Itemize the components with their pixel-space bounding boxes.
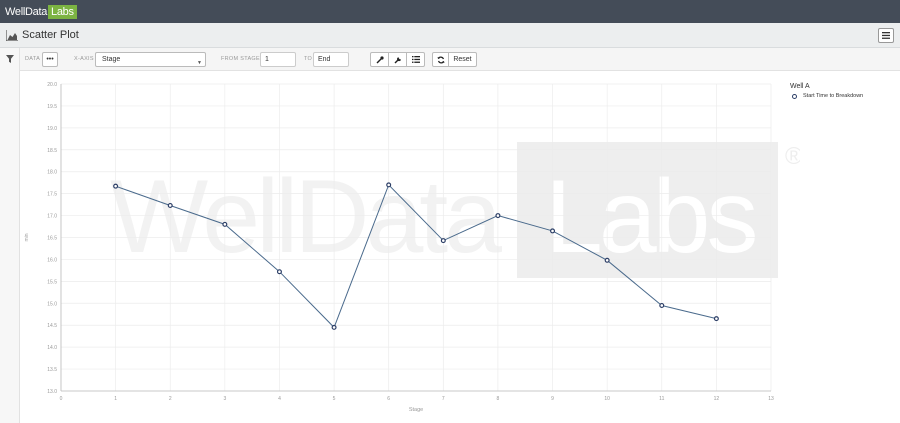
x-tick-label: 12 — [714, 396, 720, 402]
data-point[interactable] — [495, 213, 501, 219]
y-tick-label: 16.5 — [47, 236, 57, 242]
y-tick-label: 16.0 — [47, 257, 57, 263]
eyedropper-icon — [376, 55, 384, 63]
legend-title: Well A — [790, 83, 810, 90]
y-tick-label: 18.5 — [47, 148, 57, 154]
y-tick-label: 13.0 — [47, 389, 57, 395]
data-point[interactable] — [167, 202, 173, 208]
y-tick-label: 19.5 — [47, 104, 57, 110]
brand-logo[interactable]: WellData Labs — [5, 4, 77, 19]
watermark: WellData Labs® — [110, 142, 800, 278]
page-title: Scatter Plot — [22, 29, 79, 41]
x-tick-label: 2 — [169, 396, 172, 402]
list-view-button[interactable] — [406, 52, 425, 67]
x-axis-select[interactable]: Stage ▼ — [95, 52, 206, 67]
data-point[interactable] — [222, 221, 228, 227]
x-tick-label: 3 — [223, 396, 226, 402]
y-tick-label: 17.5 — [47, 192, 57, 198]
watermark-registered-mark: ® — [785, 143, 800, 170]
y-tick-label: 18.0 — [47, 170, 57, 176]
data-label: DATA — [25, 56, 41, 62]
y-tick-label: 19.0 — [47, 126, 57, 132]
y-tick-label: 15.5 — [47, 279, 57, 285]
wrench-icon — [394, 56, 401, 63]
hamburger-icon — [882, 32, 890, 39]
x-tick-label: 13 — [768, 396, 774, 402]
top-bar: WellData Labs — [0, 0, 900, 23]
y-tick-label: 17.0 — [47, 214, 57, 220]
brand-labs-badge: Labs — [48, 4, 77, 19]
y-tick-label: 13.5 — [47, 367, 57, 373]
filter-icon[interactable] — [6, 55, 14, 63]
data-point[interactable] — [604, 257, 610, 263]
x-tick-label: 4 — [278, 396, 281, 402]
x-tick-label: 6 — [387, 396, 390, 402]
scatter-plot-chart: WellData Labs® 13.013.514.014.515.015.516… — [24, 82, 800, 413]
menu-button[interactable] — [878, 28, 894, 43]
x-tick-label: 0 — [60, 396, 63, 402]
legend-item[interactable]: Start Time to Breakdown — [792, 93, 863, 99]
color-picker-button[interactable] — [370, 52, 389, 67]
filter-column — [0, 48, 20, 423]
legend-marker — [792, 93, 797, 99]
x-tick-label: 10 — [604, 396, 610, 402]
refresh-button[interactable] — [432, 52, 449, 67]
data-point[interactable] — [440, 238, 446, 244]
data-point[interactable] — [550, 228, 556, 234]
brand-name: WellData — [5, 5, 48, 18]
x-axis-label: X-AXIS — [74, 56, 94, 62]
title-bar: Scatter Plot — [0, 23, 900, 48]
from-stage-input[interactable]: 1 — [260, 52, 296, 67]
data-point[interactable] — [331, 324, 337, 330]
area-chart-icon — [6, 30, 18, 41]
data-point[interactable] — [713, 316, 719, 322]
x-tick-label: 9 — [551, 396, 554, 402]
to-label: TO — [304, 56, 313, 62]
x-tick-label: 7 — [442, 396, 445, 402]
data-point[interactable] — [113, 183, 119, 189]
x-tick-label: 8 — [497, 396, 500, 402]
data-point[interactable] — [276, 269, 282, 275]
x-tick-label: 5 — [333, 396, 336, 402]
chart-grid — [60, 83, 772, 392]
y-axis-title: min — [24, 233, 30, 241]
y-tick-label: 20.0 — [47, 82, 57, 88]
y-tick-label: 15.0 — [47, 301, 57, 307]
reset-button[interactable]: Reset — [448, 52, 477, 67]
x-axis-title: Stage — [409, 407, 423, 413]
settings-button[interactable] — [388, 52, 407, 67]
x-tick-label: 1 — [114, 396, 117, 402]
list-icon — [411, 56, 420, 63]
watermark-boxed-text: Labs — [545, 159, 756, 275]
refresh-icon — [437, 56, 444, 63]
from-stage-label: FROM STAGE — [221, 56, 260, 62]
y-tick-label: 14.0 — [47, 345, 57, 351]
data-point[interactable] — [386, 182, 392, 188]
y-tick-label: 14.5 — [47, 323, 57, 329]
chevron-down-icon: ▼ — [197, 60, 202, 66]
legend-series-label: Start Time to Breakdown — [803, 93, 864, 99]
to-stage-input[interactable]: End — [313, 52, 349, 67]
x-tick-label: 11 — [659, 396, 664, 402]
x-axis-select-value: Stage — [102, 56, 121, 63]
data-options-button[interactable]: ••• — [42, 52, 58, 67]
data-point[interactable] — [659, 302, 665, 308]
